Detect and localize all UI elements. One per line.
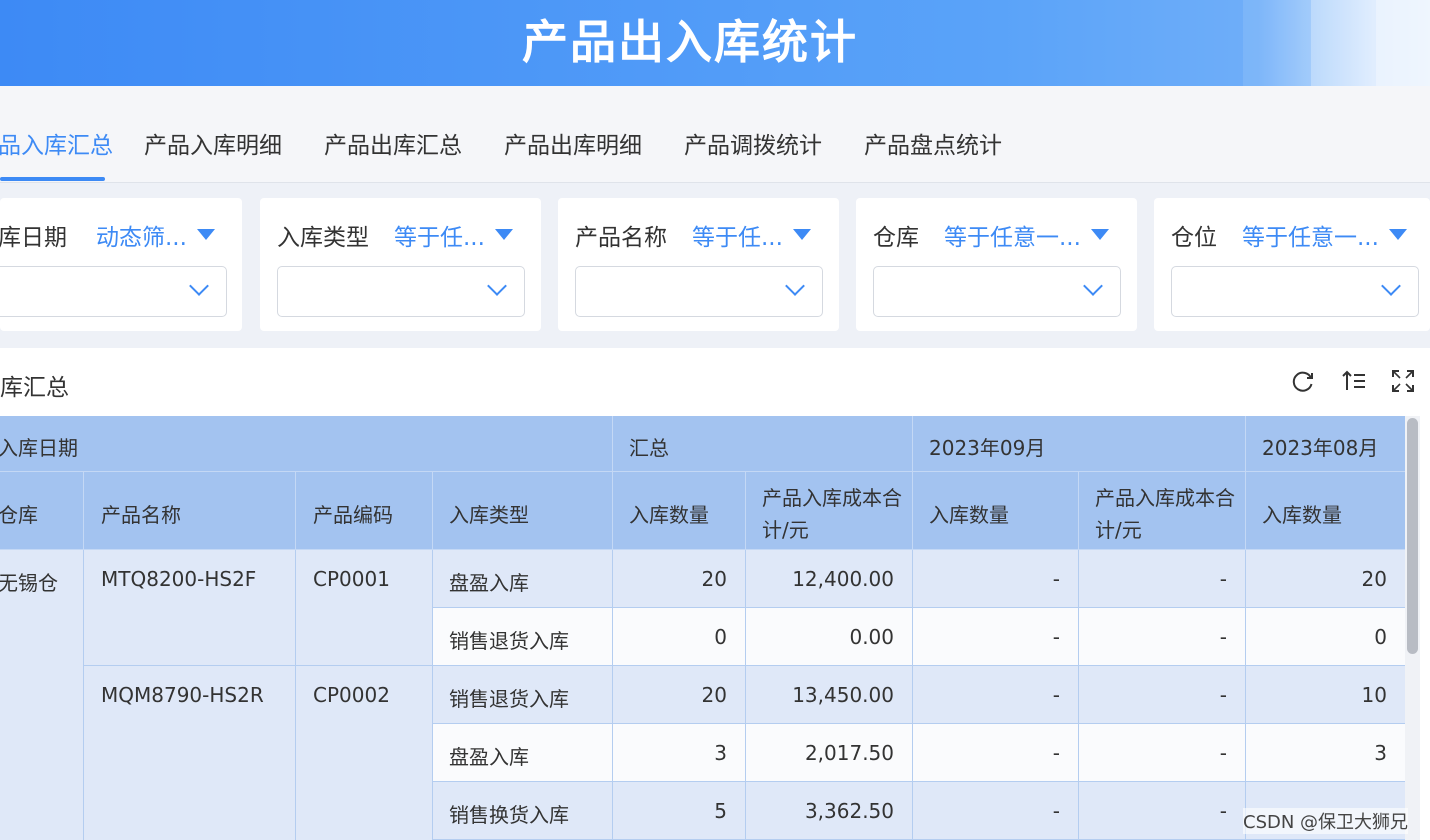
caret-down-icon[interactable] xyxy=(1091,229,1109,240)
filter-operator[interactable]: 等于任... xyxy=(692,218,783,252)
cell-qty: 20 xyxy=(613,550,746,608)
header-month: 2023年08月 xyxy=(1246,416,1405,472)
cell-inbound-type: 销售退货入库 xyxy=(433,666,613,724)
chevron-down-icon xyxy=(189,276,209,296)
filter-label: 产品名称 xyxy=(575,225,667,251)
cell-cost: 12,400.00 xyxy=(746,550,913,608)
col-header-qty[interactable]: 入库数量 xyxy=(913,472,1079,550)
tab-inbound-detail[interactable]: 产品入库明细 xyxy=(144,126,282,160)
filter-operator[interactable]: 等于任意一... xyxy=(944,218,1081,252)
col-header-product-code[interactable]: 产品编码 xyxy=(296,472,433,550)
caret-down-icon[interactable] xyxy=(495,229,513,240)
col-header-cost[interactable]: 产品入库成本合计/元 xyxy=(746,472,913,550)
filter-operator[interactable]: 等于任... xyxy=(394,218,485,252)
filter-product-name: 产品名称 等于任... xyxy=(558,198,839,331)
tab-inbound-summary[interactable]: 品入库汇总 xyxy=(0,126,113,160)
cell-cost: - xyxy=(1079,724,1246,782)
cell-qty: 3 xyxy=(1246,724,1405,782)
cell-product-code: CP0001 xyxy=(296,550,433,666)
cell-product-code: CP0002 xyxy=(296,666,433,840)
filter-warehouse: 仓库 等于任意一... xyxy=(856,198,1137,331)
filter-label: 库日期 xyxy=(0,225,67,251)
tab-transfer-stats[interactable]: 产品调拨统计 xyxy=(684,126,822,160)
app-header: 产品出入库统计 xyxy=(0,0,1430,86)
col-header-qty[interactable]: 入库数量 xyxy=(613,472,746,550)
caret-down-icon[interactable] xyxy=(793,229,811,240)
cell-inbound-type: 销售退货入库 xyxy=(433,608,613,666)
chevron-down-icon xyxy=(785,276,805,296)
tab-outbound-summary[interactable]: 产品出库汇总 xyxy=(324,126,462,160)
chevron-down-icon xyxy=(1381,276,1401,296)
header-decoration xyxy=(1376,0,1430,86)
cell-cost: - xyxy=(1079,608,1246,666)
col-header-inbound-type[interactable]: 入库类型 xyxy=(433,472,613,550)
cell-inbound-type: 盘盈入库 xyxy=(433,550,613,608)
chevron-down-icon xyxy=(487,276,507,296)
cell-qty: 20 xyxy=(613,666,746,724)
filter-location: 仓位 等于任意一... xyxy=(1154,198,1430,331)
cell-qty: 0 xyxy=(613,608,746,666)
cell-product-name: MQM8790-HS2R xyxy=(84,666,296,840)
refresh-icon[interactable] xyxy=(1290,368,1316,394)
header-total: 汇总 xyxy=(613,416,913,472)
cell-cost: - xyxy=(1079,666,1246,724)
filter-select[interactable] xyxy=(873,266,1121,317)
header-month: 2023年09月 xyxy=(913,416,1246,472)
filter-label: 仓库 xyxy=(873,225,919,251)
col-header-product-name[interactable]: 产品名称 xyxy=(84,472,296,550)
filter-inbound-date: 库日期 动态筛... xyxy=(0,198,242,331)
filter-inbound-type: 入库类型 等于任... xyxy=(260,198,541,331)
fullscreen-icon[interactable] xyxy=(1390,368,1416,394)
cell-qty: 0 xyxy=(1246,608,1405,666)
cell-qty: 20 xyxy=(1246,550,1405,608)
filter-operator[interactable]: 等于任意一... xyxy=(1242,218,1379,252)
filter-operator[interactable]: 动态筛... xyxy=(96,218,187,252)
cell-qty: 5 xyxy=(613,782,746,840)
cell-cost: - xyxy=(1079,782,1246,840)
cell-qty: 3 xyxy=(613,724,746,782)
filter-label: 仓位 xyxy=(1171,225,1217,251)
cell-cost: 3,362.50 xyxy=(746,782,913,840)
cell-qty: - xyxy=(913,550,1079,608)
cell-product-name: MTQ8200-HS2F xyxy=(84,550,296,666)
cell-qty: - xyxy=(913,782,1079,840)
cell-qty: - xyxy=(913,724,1079,782)
tab-bar: 品入库汇总 产品入库明细 产品出库汇总 产品出库明细 产品调拨统计 产品盘点统计 xyxy=(0,86,1430,183)
col-header-warehouse[interactable]: 仓库 xyxy=(0,472,84,550)
cell-qty: - xyxy=(913,666,1079,724)
col-header-qty[interactable]: 入库数量 xyxy=(1246,472,1405,550)
filter-label: 入库类型 xyxy=(277,225,369,251)
cell-qty: - xyxy=(913,608,1079,666)
cell-qty: 10 xyxy=(1246,666,1405,724)
caret-down-icon[interactable] xyxy=(1389,229,1407,240)
cell-inbound-type: 销售换货入库 xyxy=(433,782,613,840)
page-title: 产品出入库统计 xyxy=(522,15,858,69)
active-tab-indicator xyxy=(0,177,105,181)
tab-outbound-detail[interactable]: 产品出库明细 xyxy=(504,126,642,160)
tab-inventory-check-stats[interactable]: 产品盘点统计 xyxy=(864,126,1002,160)
cell-cost: - xyxy=(1079,550,1246,608)
col-header-cost[interactable]: 产品入库成本合计/元 xyxy=(1079,472,1246,550)
cell-inbound-type: 盘盈入库 xyxy=(433,724,613,782)
header-date-dim[interactable]: 入库日期 xyxy=(0,416,613,472)
caret-down-icon[interactable] xyxy=(197,229,215,240)
filter-select[interactable] xyxy=(575,266,823,317)
summary-table: 入库日期 汇总 2023年09月 2023年08月 仓库 产品名称 产品编码 入… xyxy=(0,416,1405,840)
cell-cost: 13,450.00 xyxy=(746,666,913,724)
chevron-down-icon xyxy=(1083,276,1103,296)
cell-cost: 0.00 xyxy=(746,608,913,666)
sort-icon[interactable] xyxy=(1341,368,1367,394)
filter-select[interactable] xyxy=(277,266,525,317)
scrollbar-thumb[interactable] xyxy=(1407,418,1418,654)
watermark: CSDN @保卫大狮兄 xyxy=(1243,808,1409,834)
panel-title: 库汇总 xyxy=(0,375,69,401)
filter-select[interactable] xyxy=(0,266,227,317)
filter-select[interactable] xyxy=(1171,266,1419,317)
cell-cost: 2,017.50 xyxy=(746,724,913,782)
cell-warehouse: 无锡仓 xyxy=(0,550,84,840)
